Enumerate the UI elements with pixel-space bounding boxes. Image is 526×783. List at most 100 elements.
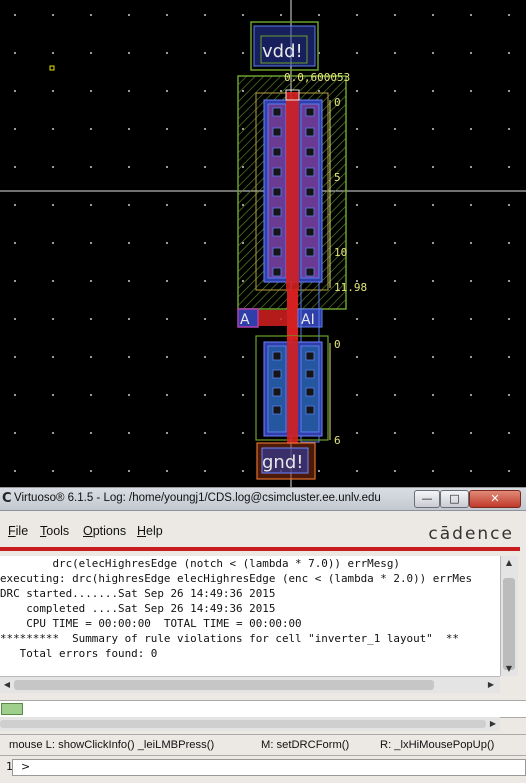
grid-dot [470, 128, 472, 130]
log-window[interactable]: C Virtuoso® 6.1.5 - Log: /home/youngj1/C… [0, 487, 526, 783]
menu-tools[interactable]: Tools [40, 524, 69, 538]
grid-dot [90, 166, 92, 168]
mouse-binding-bar: mouse L: showClickInfo() _leiLMBPress() … [0, 734, 526, 755]
inverter-layout[interactable]: vdd! A AI gnd! 0.0,600053 051011.98 06 [0, 0, 526, 487]
contact-cut [272, 405, 282, 415]
grid-dot [242, 394, 244, 396]
grid-dot [52, 52, 54, 54]
grid-dot [204, 52, 206, 54]
minimize-button[interactable]: — [414, 490, 440, 508]
menu-help[interactable]: Help [137, 524, 163, 538]
contact-cut [305, 187, 315, 197]
grid-dot [128, 128, 130, 130]
command-input[interactable] [0, 700, 526, 718]
grid-dot [52, 280, 54, 282]
log-lines: drc(elecHighresEdge (notch < (lambda * 7… [0, 557, 473, 660]
menu-file[interactable]: File [8, 524, 28, 538]
grid-dot [14, 90, 16, 92]
scroll-down-icon[interactable]: ▼ [502, 664, 516, 673]
grid-dot [394, 280, 396, 282]
close-button[interactable]: ✕ [469, 490, 521, 508]
maximize-button[interactable]: □ [440, 490, 469, 508]
grid-dot [14, 432, 16, 434]
command-horizontal-scrollbar[interactable]: ▶ [0, 717, 500, 731]
ruler-label: 11.98 [334, 281, 367, 294]
scroll-right-icon[interactable]: ▶ [484, 680, 498, 689]
scroll-up-icon[interactable]: ▲ [502, 558, 516, 567]
grid-dot [52, 90, 54, 92]
log-vertical-scrollbar[interactable]: ▲ ▼ [500, 556, 518, 676]
grid-dot [394, 470, 396, 472]
grid-dot [470, 356, 472, 358]
cadence-logo: cādence [428, 524, 514, 544]
nmos-gate-poly[interactable] [287, 336, 298, 444]
grid-dot [14, 52, 16, 54]
contact-cut [272, 247, 282, 257]
grid-dot [432, 166, 434, 168]
contact-cut [272, 127, 282, 137]
grid-dot [356, 318, 358, 320]
scroll-thumb[interactable] [0, 720, 486, 728]
grid-dot [470, 242, 472, 244]
grid-dot [166, 128, 168, 130]
grid-dot [90, 242, 92, 244]
grid-dot [508, 14, 510, 16]
grid-dot [356, 52, 358, 54]
grid-dot [356, 90, 358, 92]
grid-dot [90, 432, 92, 434]
grid-dot [166, 432, 168, 434]
grid-dot [394, 14, 396, 16]
grid-dot [508, 470, 510, 472]
grid-dot [128, 90, 130, 92]
grid-dot [128, 394, 130, 396]
grid-dot [356, 14, 358, 16]
window-title: Virtuoso® 6.1.5 - Log: /home/youngj1/CDS… [14, 492, 381, 504]
grid-dot [90, 128, 92, 130]
grid-dot [508, 90, 510, 92]
grid-dot [204, 280, 206, 282]
mouse-middle-binding: M: setDRCForm() [261, 739, 350, 751]
scroll-left-icon[interactable]: ◀ [0, 680, 14, 689]
grid-dot [14, 128, 16, 130]
grid-dot [14, 470, 16, 472]
grid-dot [432, 280, 434, 282]
prompt-field[interactable]: > [12, 759, 526, 776]
title-bar[interactable]: C Virtuoso® 6.1.5 - Log: /home/youngj1/C… [0, 488, 526, 511]
grid-dot [470, 394, 472, 396]
grid-dot [128, 318, 130, 320]
grid-dot [356, 394, 358, 396]
coordinate-readout: 0.0,600053 [284, 71, 350, 84]
scroll-thumb[interactable] [14, 680, 434, 690]
grid-dot [90, 90, 92, 92]
log-output[interactable]: drc(elecHighresEdge (notch < (lambda * 7… [0, 556, 500, 676]
grid-dot [470, 432, 472, 434]
grid-dot [52, 394, 54, 396]
log-horizontal-scrollbar[interactable]: ◀ ▶ [0, 676, 500, 693]
grid-dot [128, 204, 130, 206]
origin-marker [49, 65, 55, 71]
grid-dot [166, 318, 168, 320]
grid-dot [166, 90, 168, 92]
grid-dot [432, 318, 434, 320]
ruler-bottom: 06 [329, 338, 341, 447]
contact-cut [305, 247, 315, 257]
grid-dot [508, 394, 510, 396]
grid-dot [508, 432, 510, 434]
grid-dot [470, 166, 472, 168]
grid-dot [128, 356, 130, 358]
layout-canvas[interactable]: vdd! A AI gnd! 0.0,600053 0 5 10 11.98 0… [0, 0, 526, 487]
scroll-right-icon[interactable]: ▶ [486, 719, 500, 728]
grid-dot [394, 356, 396, 358]
grid-dot [394, 242, 396, 244]
pmos-gate-poly[interactable] [286, 92, 299, 290]
scroll-thumb[interactable] [503, 578, 515, 670]
grid-dot [90, 280, 92, 282]
menu-options[interactable]: Options [83, 524, 126, 538]
grid-dot [394, 90, 396, 92]
grid-dot [508, 242, 510, 244]
contact-cut [305, 207, 315, 217]
grid-dot [470, 14, 472, 16]
output-pin-label: AI [301, 312, 315, 328]
grid-dot [128, 242, 130, 244]
ruler-label: 0 [334, 96, 341, 109]
